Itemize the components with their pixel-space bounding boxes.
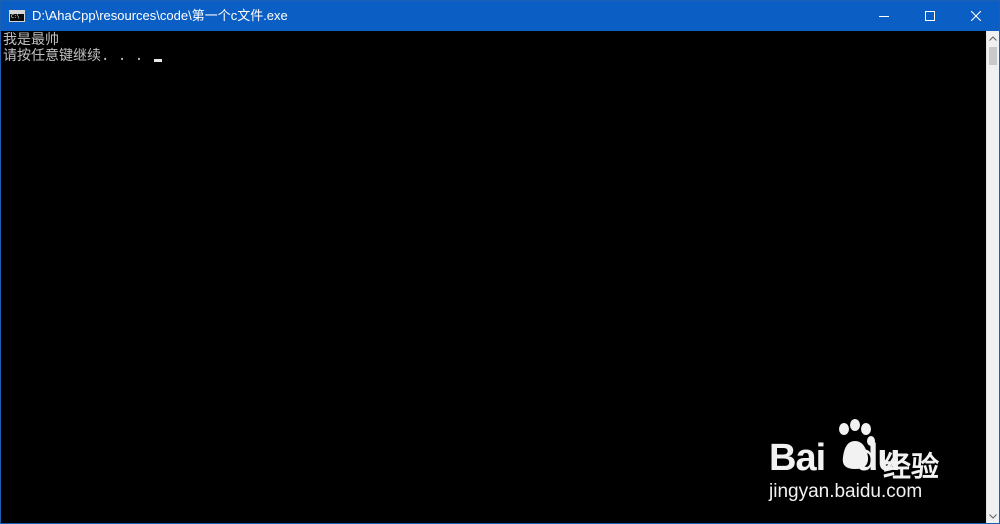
baidu-jingyan-watermark: Bai du 经验 jingyan.baidu.com	[769, 419, 979, 509]
watermark-brand-text: Bai	[769, 437, 826, 479]
console-line: 我是最帅	[3, 32, 59, 48]
scroll-down-button[interactable]	[987, 509, 999, 523]
console-line-prompt: 请按任意键继续. . .	[1, 48, 986, 64]
chevron-down-icon	[989, 513, 997, 519]
minimize-icon	[879, 16, 889, 17]
console-icon-text: C:\	[11, 14, 20, 20]
console-window: C:\ D:\AhaCpp\resources\code\第一个c文件.exe	[0, 0, 1000, 524]
maximize-button[interactable]	[907, 1, 953, 31]
scrollbar-thumb[interactable]	[989, 47, 997, 65]
close-button[interactable]	[953, 1, 999, 31]
window-controls	[861, 1, 999, 31]
console-icon[interactable]: C:\	[9, 10, 25, 22]
console-line: 请按任意键继续. . .	[3, 48, 152, 64]
watermark-url: jingyan.baidu.com	[769, 481, 923, 502]
paw-icon	[839, 419, 875, 469]
text-cursor	[153, 59, 162, 62]
vertical-scrollbar[interactable]	[986, 31, 999, 523]
scroll-up-button[interactable]	[987, 31, 999, 45]
chevron-up-icon	[989, 35, 997, 41]
close-icon	[971, 11, 981, 21]
maximize-icon	[925, 11, 935, 21]
minimize-button[interactable]	[861, 1, 907, 31]
window-title: D:\AhaCpp\resources\code\第一个c文件.exe	[32, 8, 288, 23]
title-bar[interactable]: C:\ D:\AhaCpp\resources\code\第一个c文件.exe	[1, 1, 999, 31]
watermark-label: 经验	[883, 450, 940, 483]
